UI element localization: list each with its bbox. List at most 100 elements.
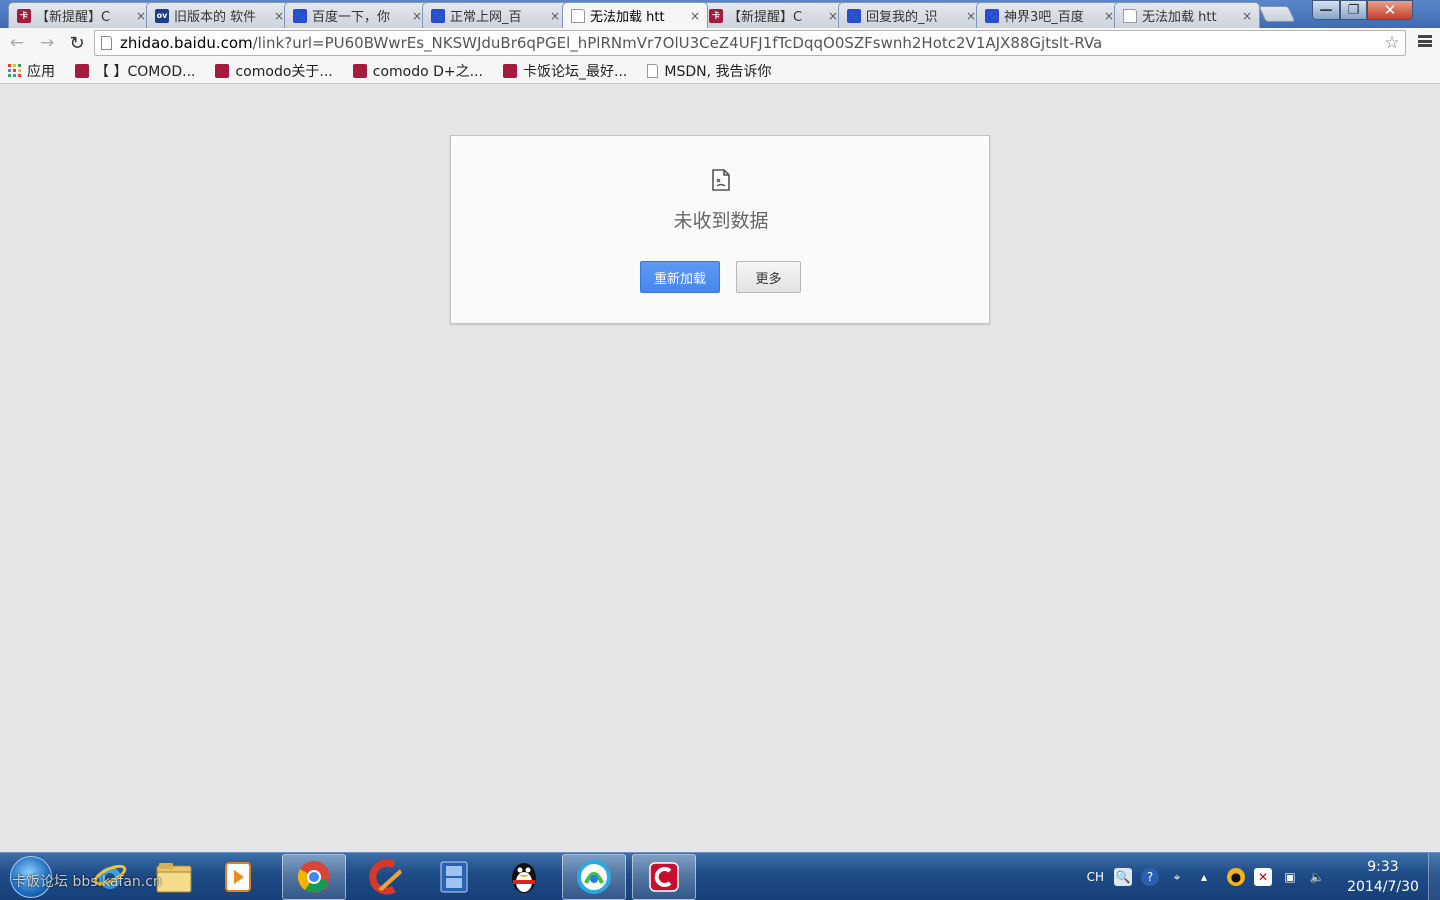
reload-button[interactable]: ↻ <box>64 30 90 56</box>
close-icon[interactable]: × <box>689 9 701 23</box>
baidu-paw-icon: 🐾 <box>293 8 307 23</box>
kafan-icon: 卡 <box>709 8 723 23</box>
tab-title: 回复我的_识 <box>866 10 938 25</box>
new-tab-button[interactable] <box>1258 6 1296 22</box>
bookmark-item[interactable]: comodo关于... <box>215 61 333 81</box>
url-path: /link?url=PU60BWwrEs_NKSWJduBr6qPGEl_hPl… <box>252 34 1103 52</box>
tab-2[interactable]: 🐾 百度一下，你 × <box>284 2 430 28</box>
maximize-button[interactable]: ❐ <box>1340 0 1367 20</box>
forward-button[interactable]: → <box>34 30 60 56</box>
ov-icon: ov <box>155 8 169 23</box>
bookmark-item[interactable]: 卡饭论坛_最好... <box>503 61 627 81</box>
taskbar-ccleaner[interactable] <box>352 854 416 900</box>
more-button[interactable]: 更多 <box>736 261 801 293</box>
taskbar-clock[interactable]: 9:33 2014/7/30 <box>1346 857 1420 897</box>
tab-title: 旧版本的 软件 <box>174 10 257 25</box>
kafan-watermark: 卡饭论坛 bbs.kafan.cn <box>12 874 162 890</box>
taskbar-comodo[interactable] <box>632 854 696 900</box>
bookmark-star-icon[interactable]: ☆ <box>1379 33 1405 53</box>
comodo-icon <box>649 862 679 892</box>
url-text[interactable]: zhidao.baidu.com/link?url=PU60BWwrEs_NKS… <box>120 34 1379 52</box>
qq-tray-icon[interactable]: ● <box>1227 868 1245 886</box>
windows-taskbar: 卡饭论坛 bbs.kafan.cn CH 🔍 ? ⌖ ▴ ● ✕ ▣ 🔈 9:3… <box>0 852 1440 900</box>
security-alert-icon[interactable]: ✕ <box>1254 868 1272 886</box>
system-tray: CH 🔍 ? ⌖ ▴ ● ✕ ▣ 🔈 9:33 2014/7/30 <box>1087 853 1440 900</box>
clock-date: 2014/7/30 <box>1347 879 1419 895</box>
kafan-icon: 卡 <box>17 8 31 23</box>
tab-8[interactable]: 无法加载 htt × <box>1114 2 1260 28</box>
tab-title: 【新提醒】C <box>728 10 803 25</box>
bookmark-label: 应用 <box>27 63 55 80</box>
taskbar-media-player[interactable] <box>206 854 270 900</box>
back-button[interactable]: ← <box>4 30 30 56</box>
address-bar[interactable]: zhidao.baidu.com/link?url=PU60BWwrEs_NKS… <box>94 30 1406 56</box>
tab-title: 正常上网_百 <box>450 10 522 25</box>
kafan-icon <box>215 63 230 78</box>
taskbar-360[interactable] <box>562 854 626 900</box>
chrome-icon <box>297 861 330 893</box>
error-card: 未收到数据 重新加载 更多 <box>450 135 990 324</box>
tab-0[interactable]: 卡 【新提醒】C × <box>8 2 154 28</box>
bookmark-item[interactable]: MSDN, 我告诉你 <box>647 61 771 81</box>
network-icon[interactable]: ▣ <box>1281 868 1299 886</box>
url-host: zhidao.baidu.com <box>120 34 253 52</box>
bookmark-apps[interactable]: 应用 <box>8 61 55 81</box>
close-icon[interactable]: × <box>1241 9 1253 23</box>
taskbar-video-app[interactable] <box>422 854 486 900</box>
tab-title: 无法加载 htt <box>590 10 665 25</box>
ccleaner-icon <box>369 859 402 895</box>
tab-7[interactable]: 🐾 神界3吧_百度 × <box>976 2 1122 28</box>
baidu-paw-icon: 🐾 <box>985 8 999 23</box>
bookmark-label: MSDN, 我告诉你 <box>664 63 772 80</box>
reload-button[interactable]: 重新加载 <box>640 261 720 293</box>
tab-4-active[interactable]: 无法加载 htt × <box>562 2 708 28</box>
tab-3[interactable]: 🐾 正常上网_百 × <box>422 2 568 28</box>
pen-settings-icon[interactable]: ⌖ <box>1168 868 1186 886</box>
page-icon <box>101 36 112 50</box>
bookmark-label: comodo关于... <box>235 63 333 80</box>
input-method-indicator[interactable]: CH <box>1087 870 1104 884</box>
clock-time: 9:33 <box>1367 859 1399 875</box>
tab-1[interactable]: ov 旧版本的 软件 × <box>146 2 292 28</box>
page-icon <box>571 8 585 23</box>
kafan-icon <box>503 63 517 78</box>
bookmark-label: 【 】COMOD... <box>95 63 196 80</box>
bookmark-item[interactable]: comodo D+之... <box>352 61 483 81</box>
window-controls: — ❐ ✕ <box>1312 0 1413 22</box>
tab-strip: 卡 【新提醒】C × ov 旧版本的 软件 × 🐾 百度一下，你 × 🐾 正常上… <box>0 0 1440 28</box>
tab-title: 百度一下，你 <box>312 10 391 25</box>
kafan-icon <box>352 63 367 78</box>
apps-icon <box>8 64 21 77</box>
volume-icon[interactable]: 🔈 <box>1308 868 1326 886</box>
tab-title: 【新提醒】C <box>36 10 111 25</box>
page-icon <box>647 63 659 78</box>
browser-360-icon <box>577 860 611 894</box>
show-hidden-icons-arrow-icon[interactable]: ▴ <box>1195 868 1213 886</box>
baidu-paw-icon: 🐾 <box>431 8 445 23</box>
close-window-button[interactable]: ✕ <box>1367 0 1413 20</box>
page-icon <box>1123 8 1137 23</box>
bookmark-label: comodo D+之... <box>372 63 483 80</box>
close-icon[interactable]: × <box>549 9 561 23</box>
taskbar-chrome[interactable] <box>282 854 346 900</box>
bookmarks-bar: 应用 【 】COMOD... comodo关于... comodo D+之...… <box>0 58 1440 84</box>
tab-title: 无法加载 htt <box>1142 10 1217 25</box>
qq-penguin-icon <box>512 863 536 893</box>
bookmark-label: 卡饭论坛_最好... <box>523 63 628 80</box>
chrome-menu-icon[interactable] <box>1418 34 1432 48</box>
baidu-paw-icon: 🐾 <box>847 8 861 23</box>
broken-page-icon <box>712 169 730 191</box>
kafan-icon <box>75 63 89 78</box>
minimize-button[interactable]: — <box>1312 0 1340 20</box>
browser-toolbar: ← → ↻ zhidao.baidu.com/link?url=PU60BWwr… <box>0 28 1440 58</box>
media-player-icon <box>225 862 251 892</box>
show-desktop-button[interactable] <box>1428 853 1440 900</box>
search-tray-icon[interactable]: 🔍 <box>1114 868 1132 886</box>
tab-6[interactable]: 🐾 回复我的_识 × <box>838 2 984 28</box>
error-title: 未收到数据 <box>673 210 769 232</box>
help-icon[interactable]: ? <box>1141 868 1159 886</box>
bookmark-item[interactable]: 【 】COMOD... <box>75 61 195 81</box>
taskbar-qq[interactable] <box>492 854 556 900</box>
tab-5[interactable]: 卡 【新提醒】C × <box>700 2 846 28</box>
tab-title: 神界3吧_百度 <box>1004 10 1084 25</box>
